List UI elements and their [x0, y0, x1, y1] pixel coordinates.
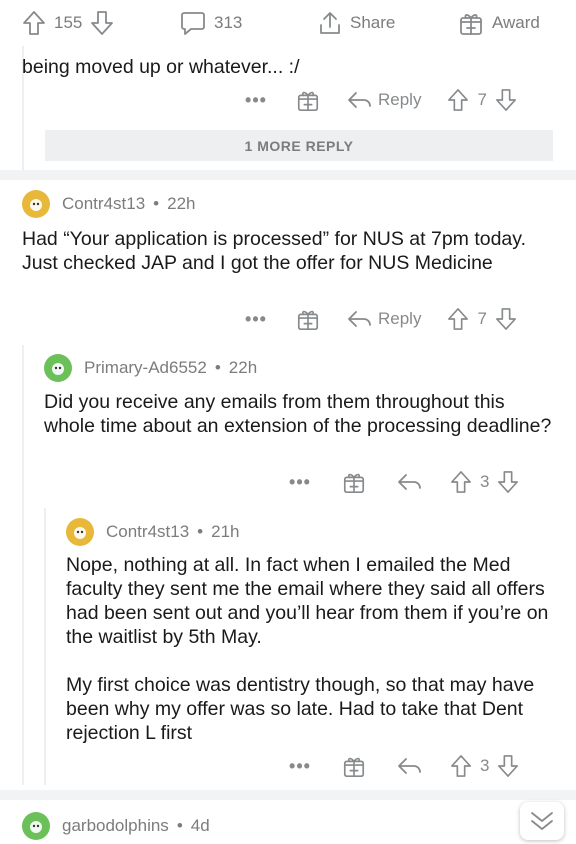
author-name[interactable]: Contr4st13	[62, 194, 145, 214]
gift-icon	[458, 10, 484, 36]
comment-text: being moved up or whatever... :/	[22, 56, 300, 78]
comment-age: 22h	[167, 194, 196, 213]
separator-dot: •	[197, 522, 204, 541]
comment-actions: ••• 3	[280, 752, 519, 780]
more-replies-button[interactable]: 1 MORE REPLY	[45, 130, 553, 161]
author-name[interactable]: Contr4st13	[106, 522, 189, 542]
share-icon	[318, 10, 342, 36]
reply-arrow-icon	[348, 311, 371, 327]
downvote-icon[interactable]	[495, 307, 517, 331]
comment-text: Had “Your application is processed” for …	[22, 228, 527, 274]
reply-arrow-icon[interactable]	[396, 472, 422, 492]
comment-actions: ••• 3	[280, 468, 519, 496]
comment-separator	[0, 790, 576, 800]
author-name[interactable]: garbodolphins	[62, 816, 169, 836]
downvote-icon[interactable]	[495, 88, 517, 112]
upvote-icon[interactable]	[450, 754, 472, 778]
comments-count: 313	[214, 13, 243, 32]
more-options-icon[interactable]: •••	[236, 309, 276, 330]
comment-paragraph: Nope, nothing at all. In fact when I ema…	[66, 554, 549, 648]
next-comment-button[interactable]	[520, 802, 564, 840]
reply-label: Reply	[378, 90, 422, 109]
author-name[interactable]: Primary-Ad6552	[84, 358, 207, 378]
comment-meta: Contr4st13 • 21h	[66, 518, 240, 546]
clipped-text-row	[22, 36, 562, 48]
separator-dot: •	[214, 358, 221, 377]
separator-dot: •	[176, 816, 183, 835]
reply-button[interactable]: Reply	[346, 309, 421, 329]
reply-arrow-icon[interactable]	[396, 756, 422, 776]
avatar[interactable]	[22, 812, 50, 840]
comment-paragraph: My first choice was dentistry though, so…	[66, 674, 535, 744]
vote-group: 155	[22, 10, 114, 36]
upvote-count: 155	[54, 13, 83, 32]
share-label: Share	[350, 13, 396, 32]
reply-label: Reply	[378, 309, 422, 328]
more-options-icon[interactable]: •••	[236, 90, 276, 111]
more-options-icon[interactable]: •••	[280, 756, 320, 777]
comment-age: 22h	[228, 358, 258, 377]
comment-meta: Contr4st13 • 22h	[22, 190, 196, 218]
score: 3	[480, 756, 490, 775]
gift-icon[interactable]	[342, 754, 366, 778]
comment-actions: ••• Reply 7	[236, 305, 517, 333]
thread-line	[22, 345, 24, 785]
reply-button[interactable]: Reply	[346, 90, 421, 110]
more-options-icon[interactable]: •••	[280, 472, 320, 493]
double-chevron-down-icon	[529, 810, 555, 832]
comment-meta: Primary-Ad6552 • 22h	[44, 354, 257, 382]
award-button[interactable]: Award	[458, 10, 540, 36]
comments-button[interactable]: 313	[180, 10, 242, 36]
gift-icon[interactable]	[296, 307, 320, 331]
upvote-icon[interactable]	[450, 470, 472, 494]
reply-arrow-icon	[348, 92, 371, 108]
comment-age: 21h	[211, 522, 240, 541]
thread-line	[44, 508, 46, 785]
gift-icon[interactable]	[342, 470, 366, 494]
upvote-icon[interactable]	[22, 10, 46, 36]
avatar[interactable]	[44, 354, 72, 382]
score: 7	[477, 309, 487, 328]
comment-age: 4d	[190, 816, 210, 835]
downvote-icon[interactable]	[497, 470, 519, 494]
avatar[interactable]	[22, 190, 50, 218]
award-label: Award	[492, 13, 540, 32]
upvote-icon[interactable]	[447, 307, 469, 331]
score: 3	[480, 472, 490, 491]
score: 7	[477, 90, 487, 109]
downvote-icon[interactable]	[90, 10, 114, 36]
comment-meta: garbodolphins • 4d	[22, 812, 210, 840]
comment-bubble-icon	[180, 10, 206, 36]
comment-actions: ••• Reply 7	[236, 86, 517, 114]
upvote-icon[interactable]	[447, 88, 469, 112]
avatar[interactable]	[66, 518, 94, 546]
comment-separator	[0, 170, 576, 180]
downvote-icon[interactable]	[497, 754, 519, 778]
comment-text: Did you receive any emails from them thr…	[44, 391, 552, 437]
separator-dot: •	[153, 194, 160, 213]
share-button[interactable]: Share	[318, 10, 395, 36]
gift-icon[interactable]	[296, 88, 320, 112]
